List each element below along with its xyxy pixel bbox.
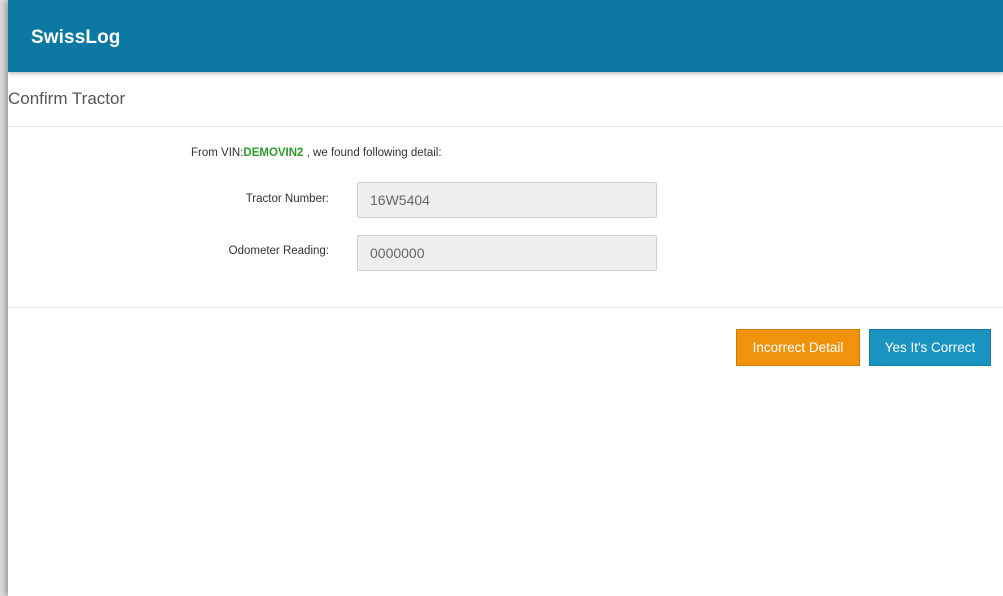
vin-value: DEMOVIN2: [243, 147, 304, 159]
app-bar: SwissLog: [8, 0, 1003, 72]
tractor-number-label: Tractor Number:: [245, 193, 329, 205]
tractor-number-field[interactable]: [357, 182, 657, 218]
app-title: SwissLog: [31, 27, 121, 48]
page-title: Confirm Tractor: [8, 89, 126, 108]
yes-correct-button[interactable]: Yes It's Correct: [869, 329, 991, 366]
vin-intro-text: From VIN:DEMOVIN2 , we found following d…: [191, 147, 442, 159]
incorrect-detail-button[interactable]: Incorrect Detail: [736, 329, 860, 366]
odometer-reading-label: Odometer Reading:: [228, 245, 329, 257]
app-window: SwissLog Confirm Tractor From VIN:DEMOVI…: [8, 0, 1003, 596]
intro-prefix: From VIN:: [191, 147, 244, 159]
page-header: Confirm Tractor: [8, 72, 1003, 127]
details-panel: From VIN:DEMOVIN2 , we found following d…: [8, 127, 1003, 308]
intro-suffix: , we found following detail:: [303, 147, 442, 159]
odometer-reading-field[interactable]: [357, 235, 657, 271]
